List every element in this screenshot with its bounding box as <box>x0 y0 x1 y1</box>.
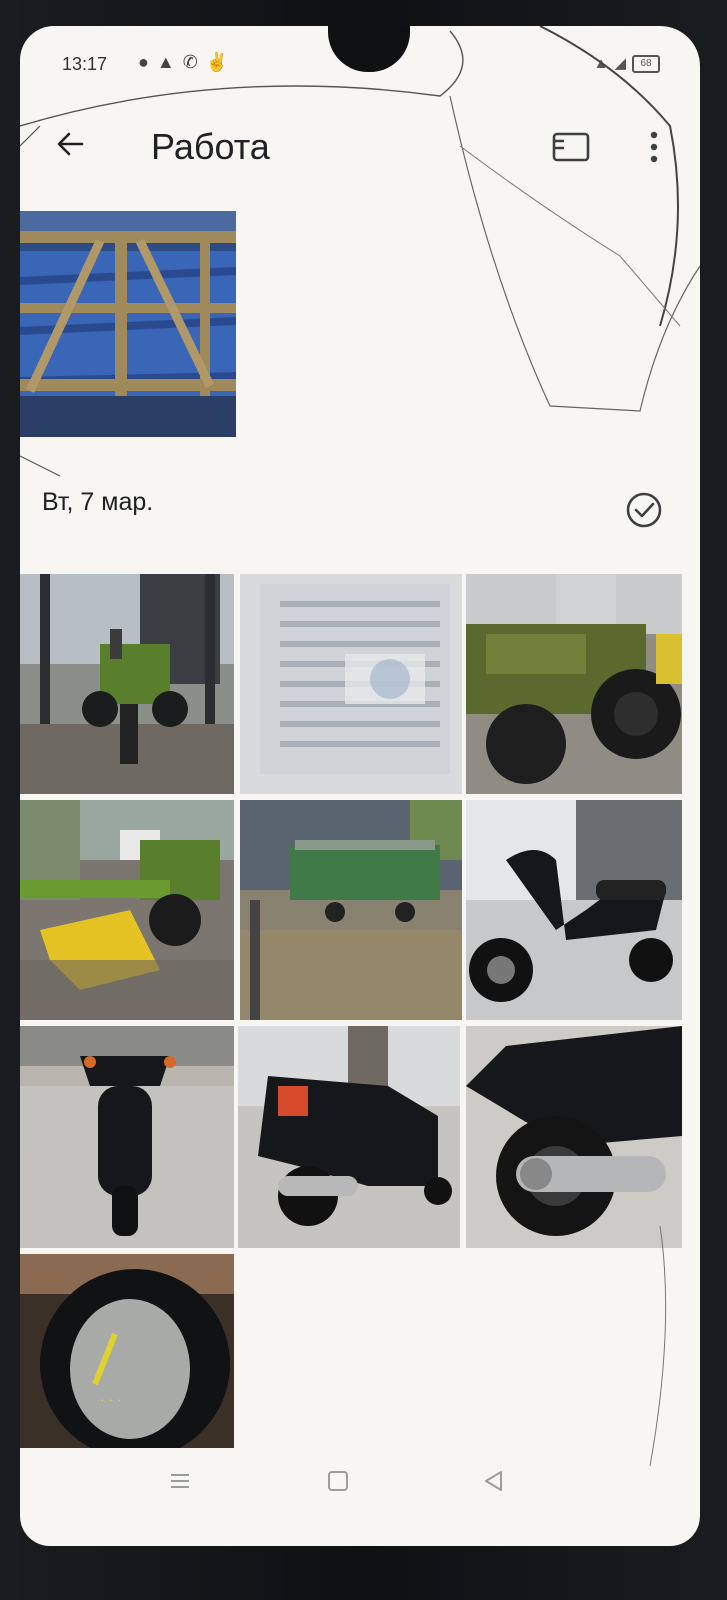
phone-screen: 13:17 ●▲✆✌ ▲◢ 68 Работа Вт, 7 мар. · · · <box>20 26 700 1546</box>
signal-icon: ◢ <box>614 55 632 72</box>
back-triangle-icon <box>485 1471 502 1491</box>
page-title: Работа <box>151 126 270 167</box>
arrow-left-icon <box>57 132 84 156</box>
menu-icon <box>171 1474 189 1488</box>
chat-icon: ● <box>138 52 157 72</box>
photo-scooter-speedometer[interactable]: · · · <box>20 1254 234 1448</box>
home-icon <box>328 1471 348 1491</box>
more-vert-icon <box>650 131 658 163</box>
date-header: Вт, 7 мар. <box>42 488 154 516</box>
photo-black-scooter-front[interactable] <box>20 1026 234 1248</box>
photo-black-scooter-side[interactable] <box>466 800 682 1020</box>
recent-apps-button[interactable] <box>158 1461 202 1501</box>
battery-icon: 68 <box>632 55 660 74</box>
photo-black-scooter-rear[interactable] <box>238 1026 460 1248</box>
system-back-button[interactable] <box>472 1461 516 1501</box>
call-icon: ✆ <box>182 52 206 72</box>
photo-document-blurred[interactable] <box>240 574 462 794</box>
photo-green-trailer[interactable] <box>240 800 462 1020</box>
slideshow-button[interactable] <box>548 124 594 170</box>
more-options-button[interactable] <box>638 124 670 170</box>
phone-device: 13:17 ●▲✆✌ ▲◢ 68 Работа Вт, 7 мар. · · · <box>0 0 727 1600</box>
photo-green-tractor-yard[interactable] <box>20 574 234 794</box>
system-icons: ▲◢ 68 <box>593 54 660 74</box>
photo-tractor-wheels[interactable] <box>466 574 682 794</box>
system-nav-bar <box>20 1451 700 1511</box>
photo-scooter-exhaust[interactable] <box>466 1026 682 1248</box>
hand-icon: ✌ <box>205 52 237 72</box>
app-bar: Работа <box>20 116 700 178</box>
svg-text:· · ·: · · · <box>100 1391 122 1407</box>
home-button[interactable] <box>316 1461 360 1501</box>
status-time: 13:17 <box>62 54 108 74</box>
notification-icons: ●▲✆✌ <box>138 52 236 73</box>
back-button[interactable] <box>46 120 94 168</box>
slideshow-icon <box>552 132 590 162</box>
user-icon: ▲ <box>156 52 183 72</box>
check-circle-icon <box>626 492 662 528</box>
alarm-icon: ▲ <box>593 55 615 72</box>
select-all-button[interactable] <box>624 490 664 530</box>
photo-tractor-tiller[interactable] <box>20 800 234 1020</box>
photo-wooden-crate[interactable] <box>20 211 236 437</box>
